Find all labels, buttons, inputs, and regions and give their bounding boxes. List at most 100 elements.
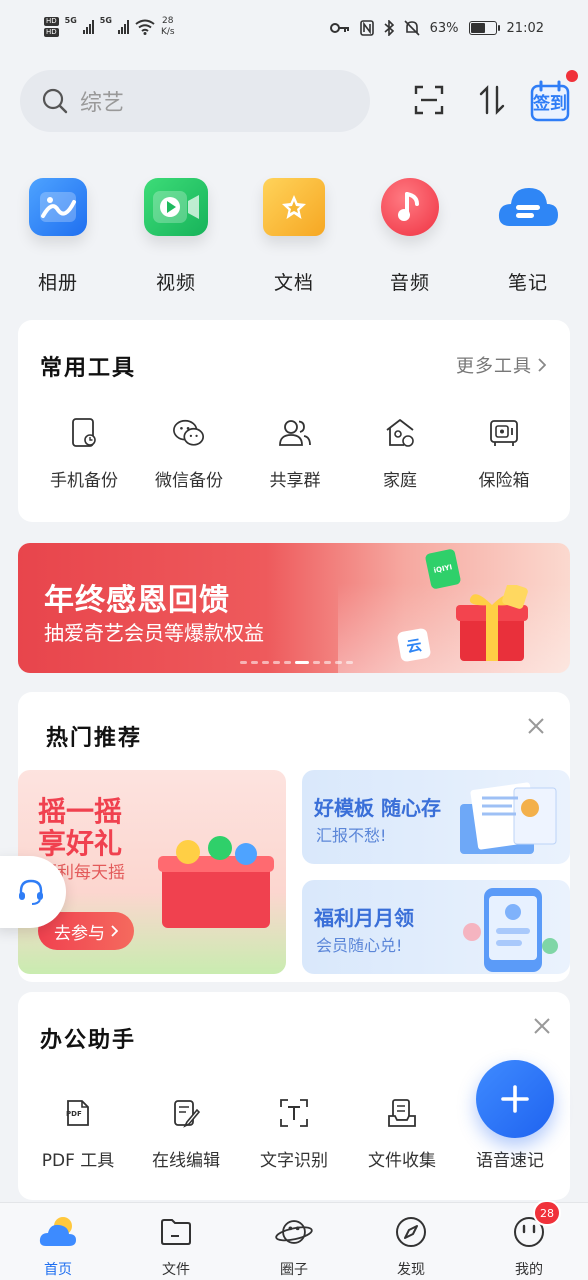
tool-wechat-backup[interactable]: 微信备份 (134, 416, 244, 491)
gift-basket-icon (158, 834, 274, 934)
nav-discover[interactable]: 发现 (361, 1213, 461, 1279)
wifi-icon (135, 19, 155, 35)
tool-label: 保险箱 (478, 471, 530, 491)
carousel-dot (324, 661, 331, 664)
office-online-edit[interactable]: 在线编辑 (131, 1096, 241, 1171)
speed-value: 28 (162, 16, 174, 26)
nav-profile[interactable]: 我的 (479, 1213, 579, 1279)
notification-dot (566, 70, 578, 82)
hd-badge: HD (44, 28, 59, 37)
note-cloud-icon (496, 178, 560, 236)
signal-icon (82, 20, 94, 34)
document-folder-icon (263, 178, 325, 236)
common-tools-card: 常用工具 更多工具 手机备份 微信备份 共享群 家庭 保险箱 (18, 320, 570, 522)
chevron-right-icon (538, 358, 546, 372)
category-label: 笔记 (507, 272, 548, 294)
template-promo-tile[interactable]: 好模板 随心存 汇报不愁! (302, 770, 570, 864)
documents-illustration-icon (452, 778, 562, 858)
battery-percent: 63% (429, 20, 459, 36)
search-icon (42, 88, 68, 114)
category-label: 文档 (273, 272, 314, 294)
gift-box-icon (452, 583, 532, 663)
monthly-benefit-title: 福利月月领 (314, 906, 414, 930)
plus-icon (501, 1085, 529, 1113)
add-button[interactable] (476, 1060, 554, 1138)
mute-bell-icon (404, 20, 420, 36)
tool-label: 家庭 (383, 471, 417, 491)
shared-group-icon (278, 416, 312, 450)
category-label: 音频 (389, 272, 430, 294)
tool-label: 微信备份 (155, 471, 223, 491)
scan-icon (414, 85, 444, 115)
safe-box-icon (487, 416, 521, 450)
nav-home[interactable]: 首页 (8, 1213, 108, 1279)
nav-label: 发现 (397, 1262, 425, 1278)
profile-badge: 28 (533, 1200, 561, 1226)
close-hot-recommend-button[interactable] (526, 716, 546, 736)
category-audio[interactable]: 音频 (365, 178, 455, 295)
category-album[interactable]: 相册 (13, 178, 103, 295)
phone-backup-icon (67, 416, 101, 450)
carousel-dot (284, 661, 291, 664)
nav-circle[interactable]: 圈子 (244, 1213, 344, 1279)
promo-banner[interactable]: 年终感恩回馈 抽爱奇艺会员等爆款权益 iQIYI 云 (18, 543, 570, 673)
monthly-benefit-tile[interactable]: 福利月月领 会员随心兑! (302, 880, 570, 974)
search-bar[interactable]: 综艺 (20, 70, 370, 132)
carousel-dot-active (295, 661, 309, 664)
close-icon (534, 1018, 550, 1034)
status-bar: HD HD 5G 5G 28 K/s 63% 21:02 (0, 0, 588, 62)
tool-safe-box[interactable]: 保险箱 (449, 416, 559, 491)
tool-label: 文件收集 (368, 1151, 436, 1171)
folder-icon (156, 1213, 196, 1251)
office-file-collect[interactable]: 文件收集 (347, 1096, 457, 1171)
signal-icon (117, 20, 129, 34)
battery-icon (468, 21, 500, 35)
more-tools-link[interactable]: 更多工具 (456, 352, 546, 378)
bluetooth-icon (384, 20, 394, 36)
tool-label: 手机备份 (50, 471, 118, 491)
clock: 21:02 (506, 20, 544, 36)
pdf-tool-icon: PDF (61, 1096, 95, 1130)
carousel-dot (273, 661, 280, 664)
sign-in-button[interactable]: 签到 (530, 80, 570, 122)
online-edit-icon (169, 1096, 203, 1130)
shake-line2: 享好礼 (38, 827, 123, 860)
tool-label: PDF 工具 (41, 1151, 115, 1171)
category-video[interactable]: 视频 (131, 178, 221, 295)
carousel-dot (240, 661, 247, 664)
tool-shared-group[interactable]: 共享群 (240, 416, 350, 491)
file-collect-icon (385, 1096, 419, 1130)
office-pdf-tool[interactable]: PDF PDF 工具 (23, 1096, 133, 1171)
join-label: 去参与 (54, 923, 105, 944)
iqiyi-badge: iQIYI (424, 548, 462, 590)
office-text-recognition[interactable]: 文字识别 (239, 1096, 349, 1171)
more-tools-label: 更多工具 (456, 356, 532, 377)
carousel-dot (335, 661, 342, 664)
status-right: 63% 21:02 (329, 20, 544, 36)
nav-files[interactable]: 文件 (126, 1213, 226, 1279)
tool-phone-backup[interactable]: 手机备份 (29, 416, 139, 491)
music-note-icon (381, 178, 439, 236)
yun-badge: 云 (396, 627, 432, 663)
close-office-assistant-button[interactable] (532, 1016, 552, 1036)
carousel-dot (313, 661, 320, 664)
network-speed: 28 K/s (161, 16, 175, 38)
tool-label: 语音速记 (476, 1151, 544, 1171)
tool-family[interactable]: 家庭 (345, 416, 455, 491)
wechat-backup-icon (172, 416, 206, 450)
category-document[interactable]: 文档 (249, 178, 339, 295)
carousel-indicator (240, 661, 353, 664)
home-weather-icon (38, 1213, 78, 1251)
search-placeholder: 综艺 (80, 91, 125, 116)
transfer-button[interactable] (474, 82, 510, 118)
tool-label: 文字识别 (260, 1151, 328, 1171)
category-note[interactable]: 笔记 (483, 178, 573, 295)
network-type: 5G (64, 16, 77, 25)
nav-label: 首页 (44, 1262, 72, 1278)
scan-button[interactable] (411, 82, 447, 118)
speed-unit: K/s (160, 27, 175, 37)
sign-in-label: 签到 (533, 94, 567, 114)
template-title: 好模板 随心存 (314, 796, 441, 820)
phone-illustration-icon (458, 886, 562, 972)
category-label: 视频 (155, 272, 196, 294)
